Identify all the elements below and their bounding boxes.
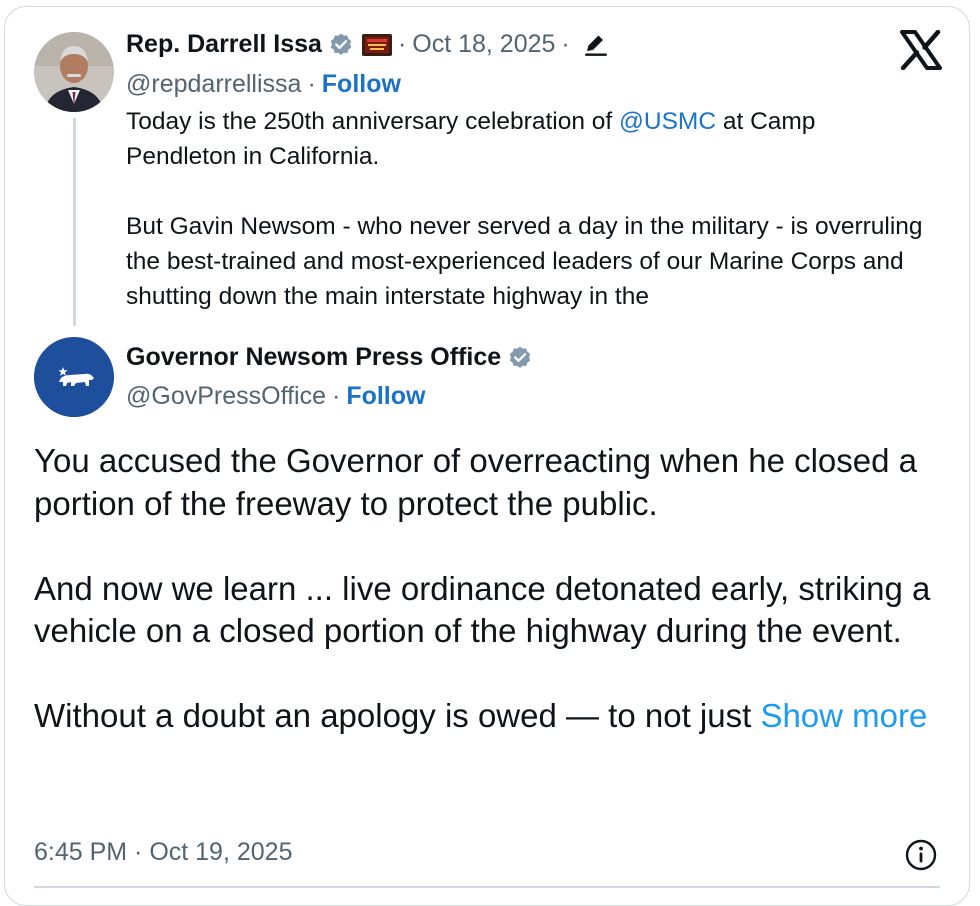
quoted-paragraph-1: Today is the 250th anniversary celebrati… <box>126 104 926 174</box>
separator-dot: · <box>561 30 570 58</box>
author-handle[interactable]: @GovPressOffice <box>126 382 326 411</box>
text-segment: Without a doubt an apology is owed — to … <box>34 697 761 734</box>
follow-button[interactable]: Follow <box>322 70 401 99</box>
thread-connector-line <box>73 118 76 326</box>
post-date[interactable]: Oct 18, 2025 <box>412 30 555 59</box>
follow-button[interactable]: Follow <box>346 382 425 411</box>
quoted-post-text: Today is the 250th anniversary celebrati… <box>126 104 926 316</box>
quoted-post-header: Rep. Darrell Issa · Oct 18, 2025 · <box>126 30 610 59</box>
main-paragraph-1: You accused the Governor of overreacting… <box>34 442 918 522</box>
author-handle[interactable]: @repdarrellissa <box>126 70 301 99</box>
author-name[interactable]: Rep. Darrell Issa <box>126 30 322 59</box>
text-segment: Today is the 250th anniversary celebrati… <box>126 108 620 135</box>
avatar-governor-press-office[interactable] <box>34 337 114 417</box>
quoted-post-subheader: @repdarrellissa · Follow <box>126 70 401 99</box>
pencil-edit-icon[interactable] <box>582 33 610 57</box>
main-post-header: Governor Newsom Press Office <box>126 343 533 372</box>
main-post-subheader: @GovPressOffice · Follow <box>126 382 425 411</box>
separator-dot: · <box>331 382 341 410</box>
main-paragraph-2: And now we learn ... live ordinance deto… <box>34 569 931 650</box>
separator-dot: · <box>307 70 316 98</box>
verified-badge-icon <box>328 32 354 58</box>
x-logo-icon[interactable] <box>900 29 942 75</box>
post-timestamp[interactable]: 6:45 PM · Oct 19, 2025 <box>34 838 292 867</box>
show-more-link[interactable]: Show more <box>760 697 927 734</box>
us-flag-icon <box>361 32 392 58</box>
separator-dot: · <box>397 30 407 58</box>
bottom-divider <box>34 886 940 888</box>
mention-link-usmc[interactable]: @USMC <box>619 108 716 135</box>
avatar-darrell-issa[interactable] <box>34 32 114 112</box>
main-paragraph-3: Without a doubt an apology is owed — to … <box>34 695 954 738</box>
author-name[interactable]: Governor Newsom Press Office <box>126 343 501 372</box>
info-icon[interactable] <box>904 838 938 877</box>
verified-badge-icon <box>507 345 533 371</box>
quoted-paragraph-2: But Gavin Newsom - who never served a da… <box>126 213 923 310</box>
main-post-text: You accused the Governor of overreacting… <box>34 440 954 738</box>
